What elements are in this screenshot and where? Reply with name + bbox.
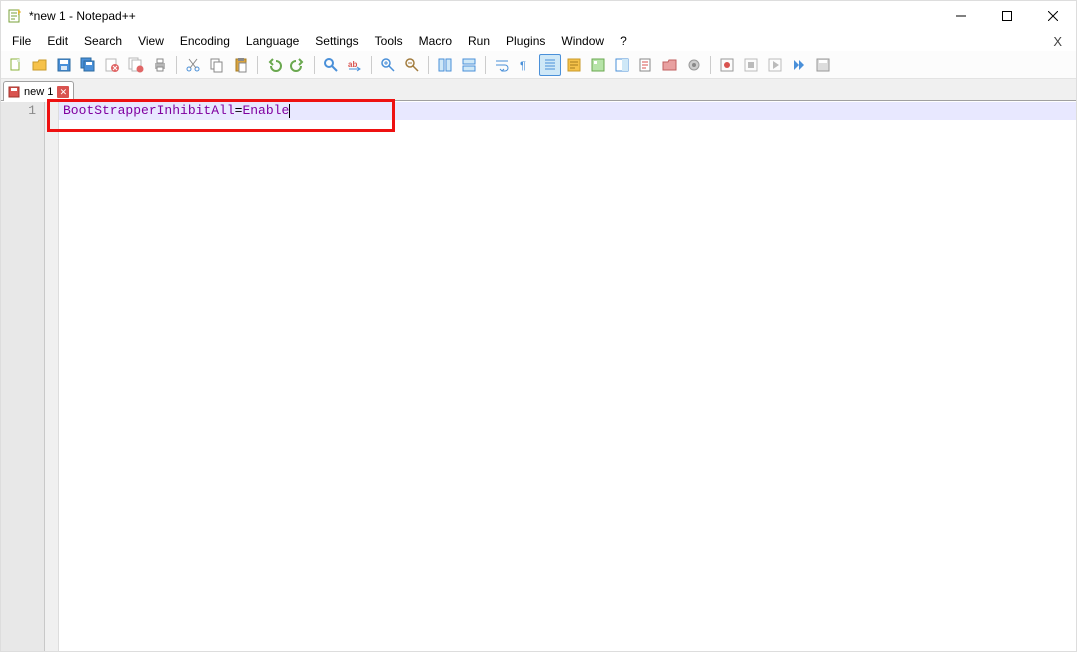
maximize-button[interactable] xyxy=(984,1,1030,31)
stop-macro-icon[interactable] xyxy=(740,54,762,76)
editor-line[interactable]: BootStrapperInhibitAll=Enable xyxy=(59,102,1076,120)
toolbar-separator xyxy=(176,56,177,74)
save-macro-icon[interactable] xyxy=(812,54,834,76)
tab-bar: new 1 ✕ xyxy=(1,79,1076,101)
play-macro-icon[interactable] xyxy=(764,54,786,76)
tab-close-icon[interactable]: ✕ xyxy=(57,86,69,98)
sync-v-icon[interactable] xyxy=(434,54,456,76)
play-multi-icon[interactable] xyxy=(788,54,810,76)
save-all-icon[interactable] xyxy=(77,54,99,76)
code-val: Enable xyxy=(242,103,289,118)
indent-guide-icon[interactable] xyxy=(539,54,561,76)
svg-text:ab: ab xyxy=(348,60,357,69)
fold-margin xyxy=(45,102,59,651)
toolbar-separator xyxy=(428,56,429,74)
toolbar-separator xyxy=(371,56,372,74)
record-macro-icon[interactable] xyxy=(716,54,738,76)
menu-settings[interactable]: Settings xyxy=(308,32,365,50)
cut-icon[interactable] xyxy=(182,54,204,76)
redo-icon[interactable] xyxy=(287,54,309,76)
window-title: *new 1 - Notepad++ xyxy=(29,9,938,23)
replace-icon[interactable]: ab xyxy=(344,54,366,76)
code-key: BootStrapperInhibitAll xyxy=(63,103,235,118)
menu-macro[interactable]: Macro xyxy=(412,32,459,50)
zoom-out-icon[interactable] xyxy=(401,54,423,76)
app-icon xyxy=(7,8,23,24)
text-editor[interactable]: BootStrapperInhibitAll=Enable xyxy=(59,102,1076,651)
toolbar-separator xyxy=(257,56,258,74)
toolbar-separator xyxy=(710,56,711,74)
menu-search[interactable]: Search xyxy=(77,32,129,50)
minimize-button[interactable] xyxy=(938,1,984,31)
close-file-icon[interactable] xyxy=(101,54,123,76)
menu-tools[interactable]: Tools xyxy=(368,32,410,50)
menu-plugins[interactable]: Plugins xyxy=(499,32,552,50)
doc-list-icon[interactable] xyxy=(611,54,633,76)
sync-h-icon[interactable] xyxy=(458,54,480,76)
text-caret xyxy=(289,104,290,118)
line-number: 1 xyxy=(1,103,36,118)
monitor-icon[interactable] xyxy=(683,54,705,76)
undo-icon[interactable] xyxy=(263,54,285,76)
tab-unsaved-icon xyxy=(8,86,20,98)
menu-edit[interactable]: Edit xyxy=(40,32,75,50)
menu-language[interactable]: Language xyxy=(239,32,306,50)
line-number-gutter: 1 xyxy=(1,102,45,651)
new-file-icon[interactable] xyxy=(5,54,27,76)
doc-map-icon[interactable] xyxy=(587,54,609,76)
close-all-icon[interactable] xyxy=(125,54,147,76)
tab-new-1[interactable]: new 1 ✕ xyxy=(3,81,74,101)
menu-help[interactable]: ? xyxy=(613,32,634,50)
copy-icon[interactable] xyxy=(206,54,228,76)
close-button[interactable] xyxy=(1030,1,1076,31)
menu-window[interactable]: Window xyxy=(554,32,611,50)
func-list-icon[interactable] xyxy=(635,54,657,76)
title-bar: *new 1 - Notepad++ xyxy=(1,1,1076,31)
editor-area: 1 BootStrapperInhibitAll=Enable xyxy=(1,101,1076,651)
svg-text:¶: ¶ xyxy=(520,60,526,72)
toolbar-separator xyxy=(314,56,315,74)
menu-bar: File Edit Search View Encoding Language … xyxy=(1,31,1076,51)
save-icon[interactable] xyxy=(53,54,75,76)
folder-icon[interactable] xyxy=(659,54,681,76)
word-wrap-icon[interactable] xyxy=(491,54,513,76)
zoom-in-icon[interactable] xyxy=(377,54,399,76)
tab-label: new 1 xyxy=(24,86,53,98)
toolbar: ab ¶ xyxy=(1,51,1076,79)
menu-file[interactable]: File xyxy=(5,32,38,50)
menu-view[interactable]: View xyxy=(131,32,171,50)
find-icon[interactable] xyxy=(320,54,342,76)
open-file-icon[interactable] xyxy=(29,54,51,76)
window-controls xyxy=(938,1,1076,31)
menu-run[interactable]: Run xyxy=(461,32,497,50)
toolbar-separator xyxy=(485,56,486,74)
print-icon[interactable] xyxy=(149,54,171,76)
menu-encoding[interactable]: Encoding xyxy=(173,32,237,50)
udl-icon[interactable] xyxy=(563,54,585,76)
paste-icon[interactable] xyxy=(230,54,252,76)
show-all-chars-icon[interactable]: ¶ xyxy=(515,54,537,76)
menu-close-x[interactable]: X xyxy=(1043,32,1072,51)
